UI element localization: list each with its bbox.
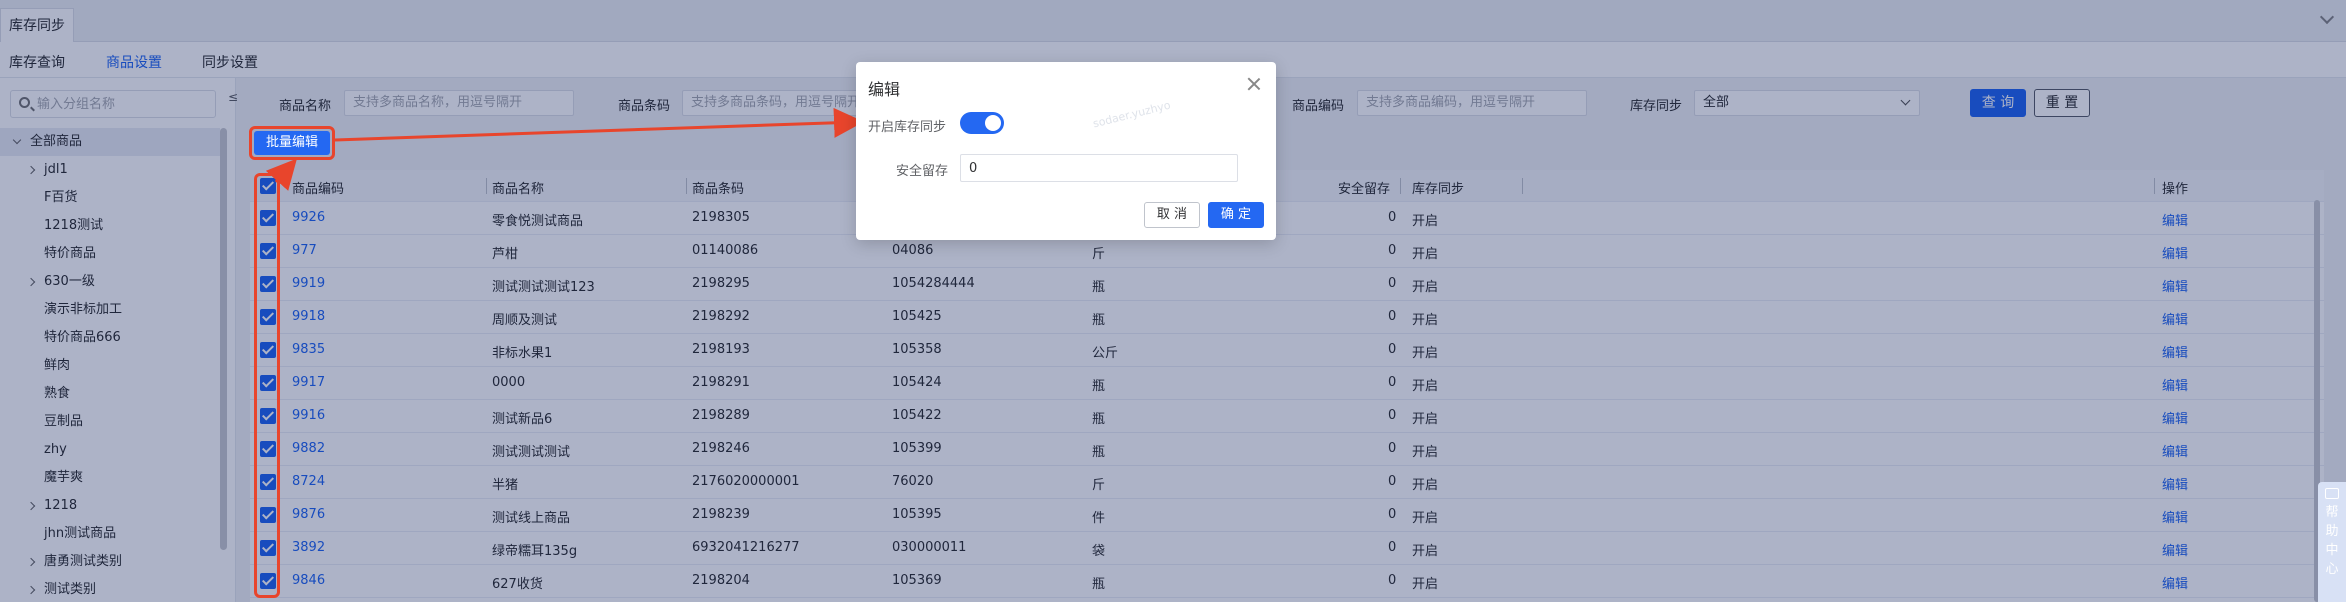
safety-stock-label: 安全留存	[896, 164, 949, 179]
help-char: 心	[2325, 562, 2339, 577]
confirm-button[interactable]: 确 定	[1208, 202, 1264, 228]
toggle-knob	[985, 115, 1001, 131]
help-center-widget[interactable]: 帮 助 中 心	[2318, 482, 2346, 602]
safety-stock-input[interactable]	[960, 154, 1238, 182]
edit-modal: 编辑 sodaer.yuzhyo 开启库存同步 安全留存 取 消 确 定	[856, 62, 1276, 240]
annotation-checkbox-column-box	[254, 173, 280, 598]
annotation-batch-edit-box	[249, 126, 335, 160]
close-icon[interactable]	[1246, 76, 1262, 92]
help-char: 帮	[2325, 505, 2339, 520]
cancel-button[interactable]: 取 消	[1144, 202, 1200, 228]
help-char: 助	[2325, 524, 2339, 539]
help-char: 中	[2325, 543, 2339, 558]
chat-icon	[2325, 488, 2339, 499]
sync-toggle[interactable]	[960, 112, 1004, 134]
modal-watermark: sodaer.yuzhyo	[1091, 98, 1172, 131]
sync-toggle-label: 开启库存同步	[868, 120, 947, 135]
modal-title: 编辑	[868, 80, 901, 99]
